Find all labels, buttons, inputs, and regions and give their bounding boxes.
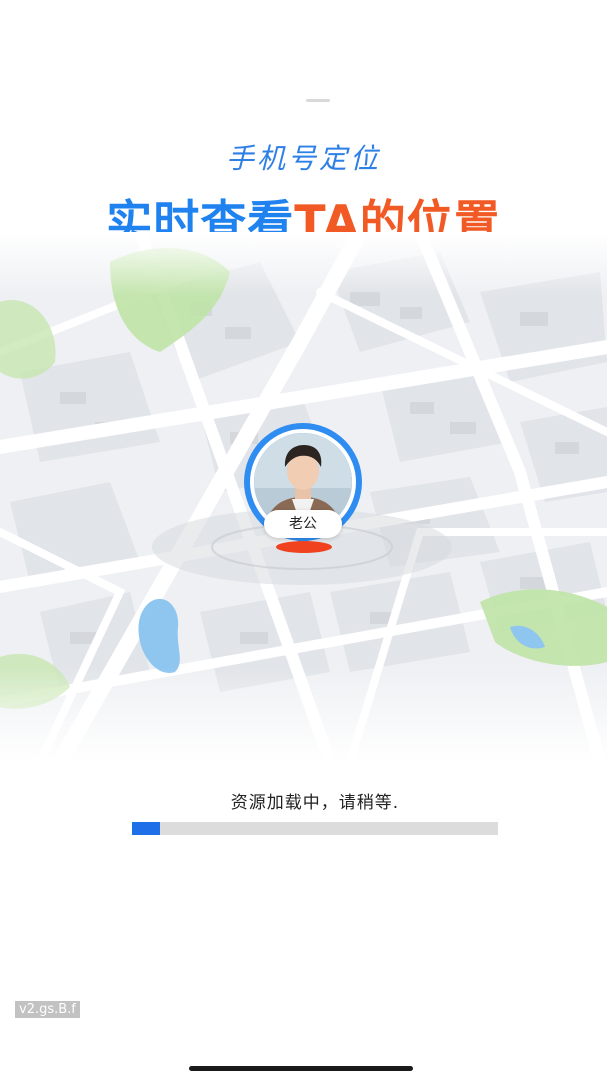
top-divider (306, 99, 330, 102)
version-watermark: v2.gs.B.f (15, 1001, 80, 1018)
loading-status-text: 资源加载中，请稍等. (230, 793, 400, 813)
loading-progress-bar (132, 822, 498, 835)
loading-progress-fill (132, 822, 161, 835)
marker-ground-dot (276, 541, 332, 553)
page-subtitle: 手机号定位 (225, 142, 381, 175)
splash-screen: 手机号定位 实时查看TA的位置 老公 资源加载中，请稍等. v2.gs.B.f (0, 0, 607, 1080)
home-indicator[interactable] (189, 1066, 413, 1071)
location-marker[interactable]: 老公 (242, 423, 366, 555)
marker-name-label: 老公 (264, 510, 342, 538)
